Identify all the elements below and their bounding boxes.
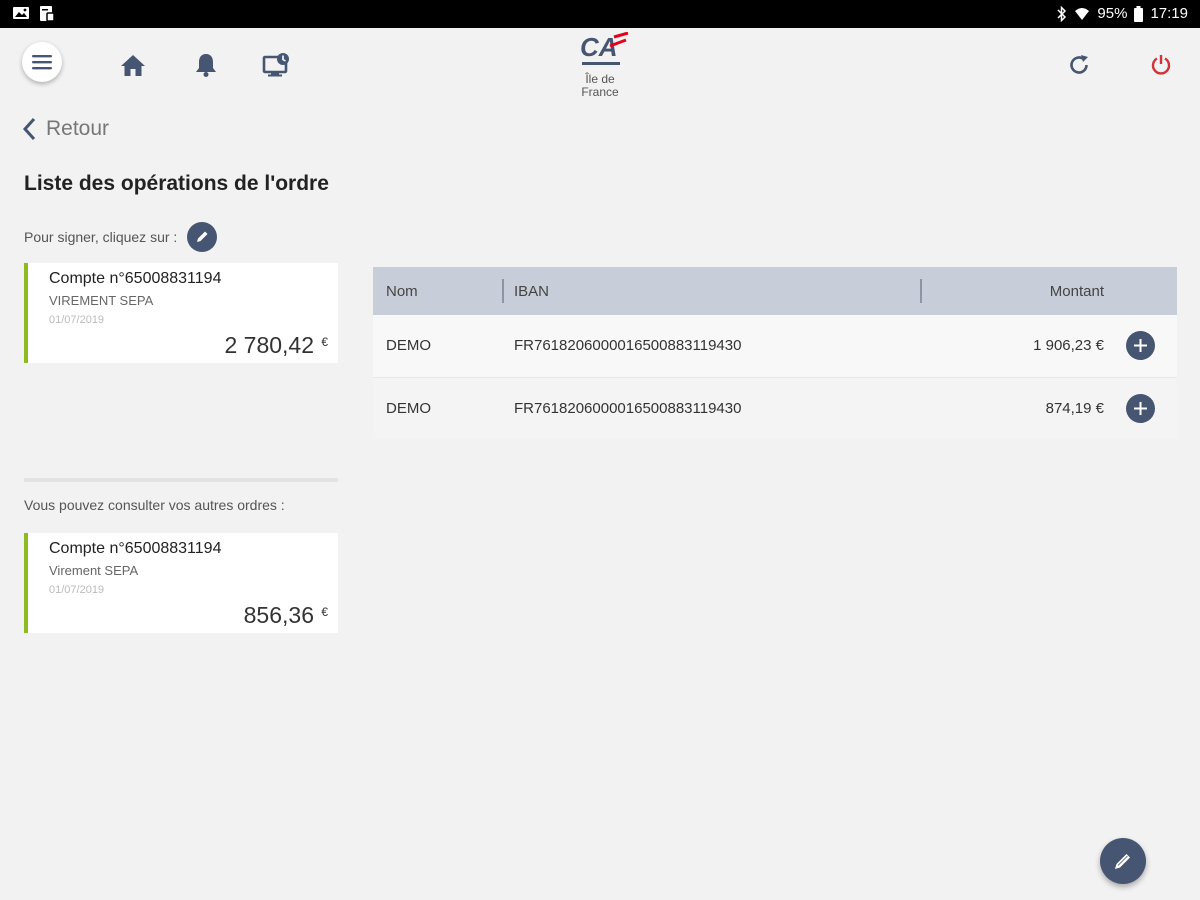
app-header: CA Île de France <box>0 28 1200 108</box>
notifications-button[interactable] <box>191 50 221 80</box>
bluetooth-icon <box>1057 6 1067 22</box>
messages-button[interactable] <box>262 50 292 80</box>
status-left-icons <box>12 5 55 22</box>
column-header-iban: IBAN <box>514 283 550 300</box>
page-title: Liste des opérations de l'ordre <box>24 172 329 195</box>
back-link[interactable]: Retour <box>22 115 109 143</box>
sign-hint: Pour signer, cliquez sur : <box>24 222 218 252</box>
battery-icon <box>1134 6 1144 22</box>
sign-button-small[interactable] <box>187 222 218 252</box>
cell-montant: 1 906,23 € <box>1033 337 1104 354</box>
home-icon <box>121 55 145 76</box>
refresh-icon <box>1070 55 1088 74</box>
logo-line-2: France <box>581 85 619 99</box>
order-amount: 2 780,42 <box>224 332 314 358</box>
cell-iban: FR7618206000016500883119430 <box>514 400 742 417</box>
svg-text:CA: CA <box>580 32 618 62</box>
home-button[interactable] <box>118 50 148 80</box>
chevron-left-icon <box>22 117 36 141</box>
sign-hint-text: Pour signer, cliquez sur : <box>24 229 178 245</box>
account-number: Compte n°65008831194 <box>49 540 222 557</box>
cell-iban: FR7618206000016500883119430 <box>514 337 742 354</box>
operation-date: 01/07/2019 <box>49 314 105 326</box>
cell-nom: DEMO <box>386 337 431 354</box>
table-row[interactable]: DEMO FR7618206000016500883119430 874,19 … <box>373 377 1177 439</box>
plus-icon <box>1134 339 1147 352</box>
back-label: Retour <box>46 117 110 140</box>
clock: 17:19 <box>1150 5 1188 22</box>
menu-button[interactable] <box>22 42 62 82</box>
other-orders-hint: Vous pouvez consulter vos autres ordres … <box>24 497 285 513</box>
order-amount: 856,36 <box>243 602 314 628</box>
logout-button[interactable] <box>1146 50 1176 80</box>
refresh-button[interactable] <box>1064 50 1094 80</box>
current-order-card[interactable]: Compte n°65008831194 VIREMENT SEPA 01/07… <box>24 263 338 363</box>
operation-type: Virement SEPA <box>49 563 139 578</box>
operations-table: Nom IBAN Montant DEMO FR7618206000016500… <box>373 267 1177 439</box>
table-row[interactable]: DEMO FR7618206000016500883119430 1 906,2… <box>373 315 1177 377</box>
power-icon <box>1151 55 1171 75</box>
column-header-nom: Nom <box>386 283 418 300</box>
expand-row-button[interactable] <box>1126 331 1155 360</box>
column-header-montant: Montant <box>1049 283 1104 300</box>
section-divider <box>24 478 338 482</box>
bell-icon <box>196 54 216 77</box>
currency-symbol: € <box>321 605 328 619</box>
table-header: Nom IBAN Montant <box>373 267 1177 315</box>
cell-nom: DEMO <box>386 400 431 417</box>
logo-mark: CA <box>580 31 629 65</box>
battery-percent: 95% <box>1097 5 1128 22</box>
status-right: 95% 17:19 <box>1057 5 1188 23</box>
column-separator <box>502 279 504 303</box>
cell-montant: 874,19 € <box>1045 400 1104 417</box>
operation-type: VIREMENT SEPA <box>49 293 154 308</box>
screen-icon <box>262 53 289 77</box>
status-bar: 95% 17:19 <box>0 0 1200 28</box>
gallery-icon <box>13 7 29 19</box>
sign-fab-button[interactable] <box>1100 838 1146 884</box>
pencil-icon <box>197 231 208 242</box>
plus-icon <box>1134 402 1147 415</box>
bank-logo: CA Île de France <box>560 31 640 106</box>
pencil-icon <box>1115 854 1130 869</box>
expand-row-button[interactable] <box>1126 394 1155 423</box>
download-icon <box>40 6 55 22</box>
other-order-card[interactable]: Compte n°65008831194 Virement SEPA 01/07… <box>24 533 338 633</box>
column-separator <box>920 279 922 303</box>
menu-icon <box>32 55 52 70</box>
account-number: Compte n°65008831194 <box>49 270 222 287</box>
operation-date: 01/07/2019 <box>49 584 105 596</box>
currency-symbol: € <box>321 335 328 349</box>
wifi-icon <box>1075 8 1090 20</box>
